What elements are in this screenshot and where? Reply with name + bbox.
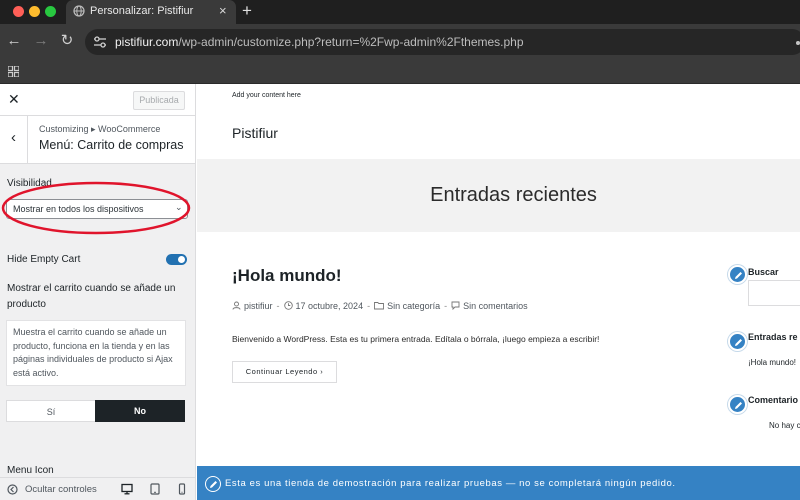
continue-reading-label: Continuar Leyendo <box>245 367 318 376</box>
clock-icon <box>283 301 293 310</box>
meta-separator: - <box>276 300 280 311</box>
desktop-preview-icon[interactable] <box>121 483 133 495</box>
meta-separator: - <box>367 300 371 311</box>
close-icon[interactable]: ✕ <box>8 91 20 107</box>
visibility-label: Visibilidad <box>7 178 52 189</box>
post-category[interactable]: Sin categoría <box>387 301 440 311</box>
window-close-button[interactable] <box>13 6 24 17</box>
globe-icon <box>73 5 85 17</box>
demo-store-notice: Esta es una tienda de demostración para … <box>197 466 800 500</box>
url-domain: pistifiur.com <box>115 35 179 49</box>
folder-icon <box>374 302 385 310</box>
browser-tab[interactable]: Personalizar: Pistifiur × <box>66 0 236 24</box>
recent-post-link[interactable]: ¡Hola mundo! <box>748 358 796 367</box>
show-cart-description: Muestra el carrito cuando se añade un pr… <box>6 320 186 386</box>
window-minimize-button[interactable] <box>29 6 40 17</box>
address-bar[interactable]: pistifiur.com/wp-admin/customize.php?ret… <box>85 29 800 55</box>
chevron-down-icon: ⌄ <box>175 202 183 212</box>
apps-grid-icon[interactable] <box>8 66 19 77</box>
demo-notice-text: Esta es una tienda de demostración para … <box>225 478 676 489</box>
post-date[interactable]: 17 octubre, 2024 <box>296 301 364 311</box>
visibility-select-value: Mostrar en todos los dispositivos <box>13 204 144 214</box>
browser-toolbar: ← → ↻ pistifiur.com/wp-admin/customize.p… <box>0 24 800 60</box>
author-icon <box>232 301 241 310</box>
menu-dot-icon[interactable] <box>796 41 800 45</box>
customizer-header: ✕ Publicada <box>0 84 195 116</box>
edit-pencil-icon[interactable] <box>205 476 221 492</box>
site-preview: Add your content here Pistifiur Entradas… <box>197 84 800 500</box>
url-path: /wp-admin/customize.php?return=%2Fwp-adm… <box>178 35 524 49</box>
chevron-right-icon: › <box>320 367 324 376</box>
comments-widget-title: Comentario <box>748 395 799 405</box>
hide-controls-button[interactable]: Ocultar controles <box>25 484 97 495</box>
breadcrumb: Customizing ▸ WooCommerce <box>39 124 161 134</box>
back-arrow-icon[interactable]: ← <box>5 32 23 50</box>
tablet-preview-icon[interactable] <box>149 483 161 495</box>
toggle-knob <box>178 256 185 263</box>
section-title: Menú: Carrito de compras <box>39 138 184 152</box>
hide-controls-icon[interactable] <box>7 484 18 495</box>
meta-separator: - <box>444 300 448 311</box>
post-author[interactable]: pistifiur <box>244 301 273 311</box>
section-header: ‹ Customizing ▸ WooCommerce Menú: Carrit… <box>0 116 195 164</box>
visibility-select[interactable]: Mostrar en todos los dispositivos ⌄ <box>6 199 188 219</box>
tab-close-icon[interactable]: × <box>219 3 227 19</box>
customizer-sidebar: ✕ Publicada ‹ Customizing ▸ WooCommerce … <box>0 84 196 500</box>
recent-posts-widget-title: Entradas re <box>748 332 798 342</box>
mobile-preview-icon[interactable] <box>176 483 188 495</box>
tab-title: Personalizar: Pistifiur <box>90 5 194 17</box>
post-meta: pistifiur - 17 octubre, 2024- Sin categor… <box>232 300 528 314</box>
post-title[interactable]: ¡Hola mundo! <box>232 266 342 286</box>
comments-widget-empty-text: No hay c <box>769 421 800 430</box>
site-settings-icon[interactable] <box>93 36 107 48</box>
continue-reading-button[interactable]: Continuar Leyendo › <box>232 361 337 383</box>
new-tab-button[interactable]: + <box>242 1 252 21</box>
post-comments[interactable]: Sin comentarios <box>463 301 528 311</box>
edit-widget-icon[interactable] <box>728 332 747 351</box>
edit-widget-icon[interactable] <box>728 395 747 414</box>
hide-empty-cart-label: Hide Empty Cart <box>7 254 81 265</box>
page-title: Entradas recientes <box>430 184 597 206</box>
publish-button[interactable]: Publicada <box>133 91 185 110</box>
forward-arrow-icon[interactable]: → <box>32 32 50 50</box>
option-yes-button[interactable]: Sí <box>6 400 96 422</box>
window-zoom-button[interactable] <box>45 6 56 17</box>
url-text: pistifiur.com/wp-admin/customize.php?ret… <box>115 35 524 49</box>
customizer-footer: Ocultar controles <box>0 477 195 500</box>
header-notice: Add your content here <box>232 92 301 99</box>
show-cart-label: Mostrar el carrito cuando se añade un pr… <box>7 283 176 310</box>
reload-icon[interactable]: ↻ <box>58 32 76 50</box>
option-no-button[interactable]: No <box>95 400 185 422</box>
page-header-band: Entradas recientes <box>197 159 800 232</box>
search-widget-title: Buscar <box>748 267 779 277</box>
post-excerpt: Bienvenido a WordPress. Esta es tu prime… <box>232 334 600 344</box>
widget-search-input[interactable] <box>748 280 800 306</box>
site-title[interactable]: Pistifiur <box>232 125 278 141</box>
back-chevron-icon[interactable]: ‹ <box>0 116 28 163</box>
edit-widget-icon[interactable] <box>728 265 747 284</box>
comment-icon <box>451 301 460 311</box>
hide-empty-cart-toggle[interactable] <box>166 254 187 265</box>
browser-tab-bar: Personalizar: Pistifiur × + <box>0 0 800 24</box>
menu-icon-label: Menu Icon <box>7 465 54 476</box>
bookmarks-bar <box>0 60 800 84</box>
